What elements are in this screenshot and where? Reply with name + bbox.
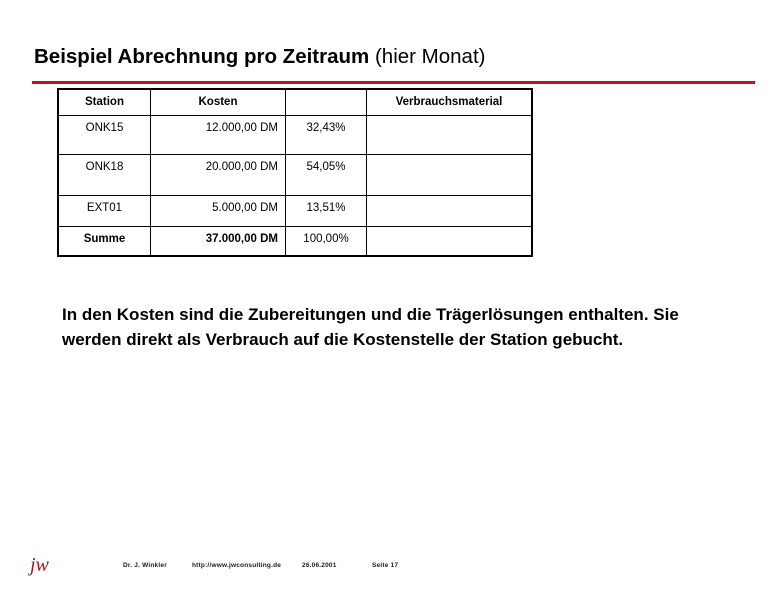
footer-page-number: Seite 17 <box>372 562 399 569</box>
footer-date: 26.06.2001 <box>302 562 337 569</box>
cell-station-total: Summe <box>57 226 151 257</box>
cell-kosten: 12.000,00 DM <box>150 115 286 155</box>
cell-station: ONK18 <box>57 154 151 196</box>
table-total-row: Summe 37.000,00 DM 100,00% <box>57 226 533 257</box>
cost-table-container: Station Kosten Verbrauchsmaterial ONK15 … <box>57 88 533 257</box>
column-header-anteil <box>285 88 367 116</box>
page-title-subtitle: (hier Monat) <box>374 45 486 68</box>
jw-logo: jw <box>30 554 49 576</box>
cell-anteil-total: 100,00% <box>285 226 367 257</box>
column-header-verbrauchsmaterial: Verbrauchsmaterial <box>366 88 533 116</box>
cell-verbrauchsmaterial <box>366 115 533 155</box>
body-paragraph: In den Kosten sind die Zubereitungen und… <box>62 305 679 349</box>
table-row: EXT01 5.000,00 DM 13,51% <box>57 195 533 227</box>
table-row: ONK15 12.000,00 DM 32,43% <box>57 115 533 155</box>
column-header-kosten: Kosten <box>150 88 286 116</box>
cell-verbrauchsmaterial <box>366 195 533 227</box>
cell-verbrauchsmaterial <box>366 226 533 257</box>
column-header-station: Station <box>57 88 151 116</box>
title-divider <box>32 81 755 84</box>
cell-anteil: 54,05% <box>285 154 367 196</box>
table-header-row: Station Kosten Verbrauchsmaterial <box>57 88 533 116</box>
cell-kosten-total: 37.000,00 DM <box>150 226 286 257</box>
cell-anteil: 13,51% <box>285 195 367 227</box>
cell-kosten: 5.000,00 DM <box>150 195 286 227</box>
table-row: ONK18 20.000,00 DM 54,05% <box>57 154 533 196</box>
cost-table: Station Kosten Verbrauchsmaterial ONK15 … <box>57 88 533 257</box>
cell-verbrauchsmaterial <box>366 154 533 196</box>
page-title: Beispiel Abrechnung pro Zeitraum (hier M… <box>34 44 485 70</box>
page-title-main: Beispiel Abrechnung pro Zeitraum <box>34 45 370 68</box>
cell-station: ONK15 <box>57 115 151 155</box>
footer-author: Dr. J. Winkler <box>123 562 167 569</box>
footer-url[interactable]: http://www.jwconsulting.de <box>192 562 281 569</box>
cell-anteil: 32,43% <box>285 115 367 155</box>
slide-footer: jw Dr. J. Winkler http://www.jwconsultin… <box>0 552 780 582</box>
cell-kosten: 20.000,00 DM <box>150 154 286 196</box>
cell-station: EXT01 <box>57 195 151 227</box>
